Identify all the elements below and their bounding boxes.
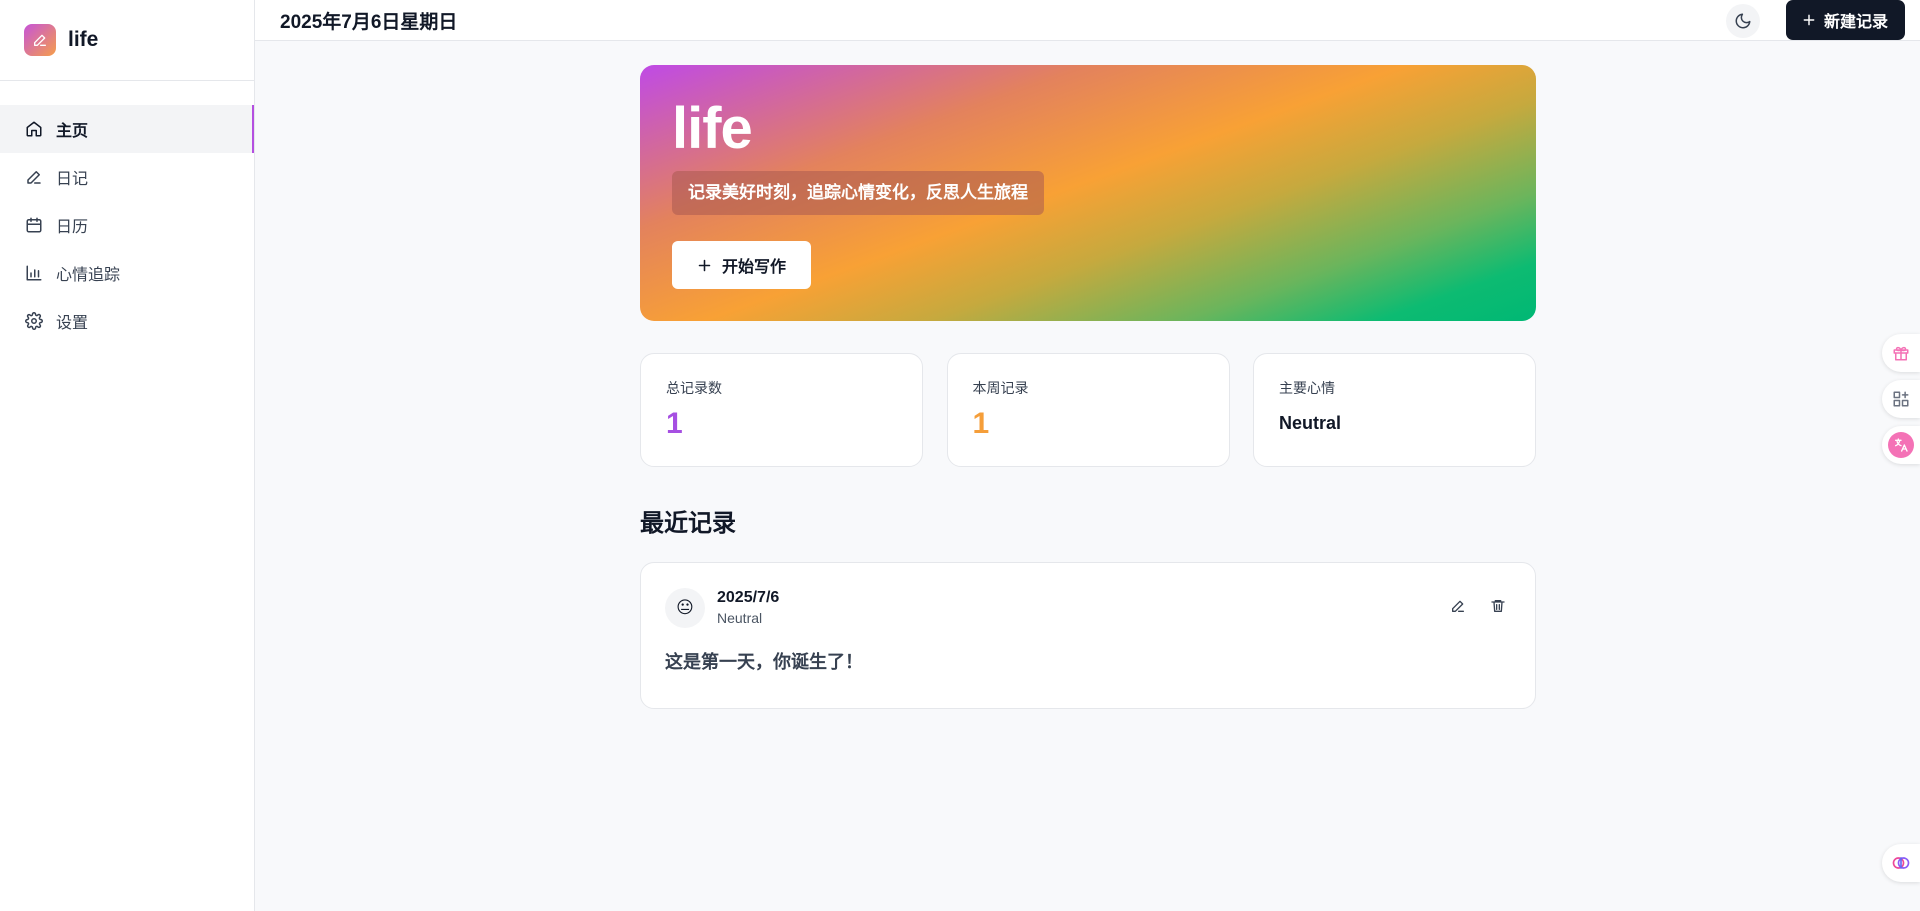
entry-text: 这是第一天，你诞生了！ [665,652,863,672]
stat-card-main-mood: 主要心情 Neutral [1253,353,1536,467]
current-date: 2025年7月6日星期日 [280,11,458,33]
entry-actions [1431,593,1511,619]
hero-title: life [672,96,753,161]
main-content: life 记录美好时刻，追踪心情变化，反思人生旅程 开始写作 总记录数 1 本周… [640,65,1536,709]
brand[interactable]: life [0,0,254,81]
apps-grid-icon [1892,390,1910,408]
plus-icon [1802,13,1816,27]
hero-subtitle: 记录美好时刻，追踪心情变化，反思人生旅程 [672,171,1044,215]
stat-value: 1 [972,407,990,440]
translate-widget-button[interactable] [1882,426,1920,464]
stat-value: Neutral [1279,413,1342,433]
sidebar-item-label: 日历 [56,219,89,236]
sidebar-item-label: 设置 [56,315,89,332]
sidebar: life 主页 日记 日历 心情追踪 设置 [0,0,255,911]
stat-card-total: 总记录数 1 [640,353,923,467]
gift-icon [1892,344,1910,362]
stat-value: 1 [666,407,683,440]
trash-icon [1490,598,1506,614]
sidebar-item-calendar[interactable]: 日历 [0,201,254,249]
bar-chart-icon [24,263,44,283]
entry-meta: 2025/7/6 Neutral [717,588,779,628]
brand-name: life [68,28,99,51]
sidebar-item-label: 心情追踪 [56,267,121,284]
entry-mood: Neutral [717,610,763,626]
entry-header: 😐 2025/7/6 Neutral [665,588,1511,628]
edit-entry-button[interactable] [1445,593,1471,619]
sidebar-item-diary[interactable]: 日记 [0,153,254,201]
sidebar-item-label: 日记 [56,171,89,188]
gift-widget-button[interactable] [1882,334,1920,372]
pen-icon [1450,598,1466,614]
calendar-icon [24,215,44,235]
sidebar-nav: 主页 日记 日历 心情追踪 设置 [0,81,254,345]
delete-entry-button[interactable] [1485,593,1511,619]
sidebar-item-label: 主页 [56,123,89,140]
sidebar-item-home[interactable]: 主页 [0,105,254,153]
stat-label: 本周记录 [972,380,1029,396]
hero-banner: life 记录美好时刻，追踪心情变化，反思人生旅程 开始写作 [640,65,1536,321]
stat-card-week: 本周记录 1 [946,353,1230,467]
moon-icon [1734,12,1752,30]
start-writing-label: 开始写作 [721,259,786,276]
theme-toggle-button[interactable] [1726,4,1760,38]
mood-emoji-avatar: 😐 [665,588,705,628]
stat-label: 总记录数 [666,380,722,396]
start-writing-button[interactable]: 开始写作 [672,241,811,289]
pen-logo-icon [24,24,56,56]
pen-icon [24,167,44,187]
recent-records-title: 最近记录 [640,510,736,537]
plus-icon [697,258,712,273]
new-record-label: 新建记录 [1823,14,1888,31]
home-icon [24,119,44,139]
stats-row: 总记录数 1 本周记录 1 主要心情 Neutral [640,353,1536,467]
gear-icon [24,311,44,331]
topbar: 2025年7月6日星期日 新建记录 [255,0,1920,41]
entry-card[interactable]: 😐 2025/7/6 Neutral 这是第一天，你诞生了！ [640,562,1536,709]
sidebar-item-mood-tracking[interactable]: 心情追踪 [0,249,254,297]
stat-label: 主要心情 [1279,380,1335,396]
ai-assistant-button[interactable] [1882,844,1920,882]
translate-icon [1888,432,1914,458]
new-record-button[interactable]: 新建记录 [1785,0,1905,40]
brain-icon [1891,853,1911,873]
entry-date: 2025/7/6 [717,589,780,606]
apps-widget-button[interactable] [1882,380,1920,418]
sidebar-item-settings[interactable]: 设置 [0,297,254,345]
